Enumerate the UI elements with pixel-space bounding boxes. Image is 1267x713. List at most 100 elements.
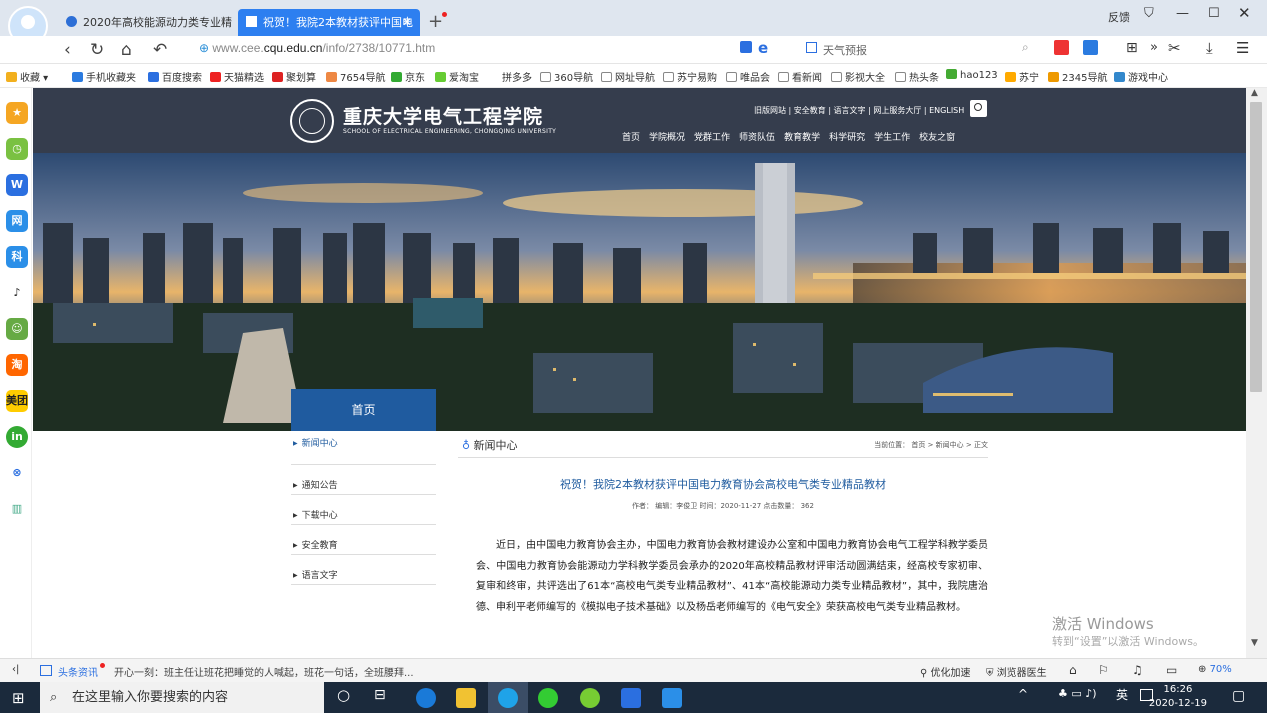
bookmark-item[interactable]: 7654导航 — [326, 69, 385, 84]
close-tab-icon[interactable]: ✕ — [402, 9, 412, 36]
news-ticker[interactable]: 开心一刻：班主任让班花把睡觉的人喊起，班花一句话，全班腰拜... — [114, 664, 414, 679]
browser-360-icon[interactable] — [498, 688, 518, 708]
link-icon[interactable]: ⊗ — [6, 462, 28, 484]
more-chevron-icon[interactable]: » — [1150, 40, 1158, 55]
nav-item[interactable]: 首页 — [622, 130, 640, 143]
undo-icon[interactable]: ↶ — [153, 40, 167, 60]
back-icon[interactable]: ‹ — [64, 40, 71, 60]
browser-tab-active[interactable]: 祝贺！我院2本教材获评中国电 ✕ — [238, 9, 420, 36]
bookmark-item[interactable]: 影视大全 — [831, 69, 885, 84]
top-links[interactable]: 旧版网站 | 安全教育 | 语言文字 | 网上服务大厅 | ENGLISH — [754, 105, 964, 116]
tray-chevron-icon[interactable]: ^ — [1018, 687, 1028, 701]
bookmark-item[interactable]: 聚划算 — [272, 69, 316, 84]
reader-icon[interactable] — [740, 41, 752, 53]
home-icon[interactable]: ⌂ — [121, 40, 132, 60]
download-icon[interactable]: ⤓ — [1206, 39, 1213, 57]
weather-link[interactable]: 天气预报 — [823, 42, 867, 58]
sound-icon[interactable]: ♫ — [1132, 663, 1143, 677]
tiktok-icon[interactable]: ♪ — [6, 282, 28, 304]
sidebar-item-news[interactable]: 新闻中心 — [291, 435, 436, 465]
wechat-icon[interactable] — [538, 688, 558, 708]
college-name[interactable]: 重庆大学电气工程学院 — [343, 102, 543, 129]
window-app-icon[interactable] — [662, 688, 682, 708]
sidebar-item-notices[interactable]: 通知公告 — [291, 465, 436, 495]
sidebar-item-language[interactable]: 语言文字 — [291, 555, 436, 585]
taskbar-search[interactable]: ⌕ 在这里输入你要搜索的内容 — [40, 682, 324, 713]
sidebar-item-downloads[interactable]: 下载中心 — [291, 495, 436, 525]
minimize-icon[interactable]: — — [1176, 6, 1189, 21]
apps-icon[interactable]: ⊞ — [1126, 40, 1138, 56]
collapse-icon[interactable]: ‹| — [12, 664, 19, 675]
new-tab-button[interactable]: + — [428, 11, 448, 32]
nav-item[interactable]: 党群工作 — [694, 130, 730, 143]
search-icon[interactable]: ⌕ — [1022, 40, 1029, 55]
history-icon[interactable]: ◷ — [6, 138, 28, 160]
bookmark-item[interactable]: 苏宁 — [1005, 69, 1039, 84]
bookmark-item[interactable]: 收藏 ▾ — [6, 69, 48, 84]
breadcrumb[interactable]: 当前位置： 首页 > 新闻中心 > 正文 — [874, 440, 988, 450]
browser-engine-icon[interactable]: e — [758, 39, 768, 57]
windows-start-icon[interactable]: ⊞ — [12, 689, 25, 707]
translate-icon[interactable] — [1083, 40, 1098, 55]
bookmark-item[interactable]: 看新闻 — [778, 69, 822, 84]
news-label[interactable]: 头条资讯 — [58, 664, 98, 679]
bookmark-item[interactable]: 天猫精选 — [210, 69, 264, 84]
close-window-icon[interactable]: ✕ — [1238, 4, 1251, 22]
feedback-link[interactable]: 反馈 — [1108, 9, 1130, 25]
scroll-thumb[interactable] — [1250, 102, 1262, 392]
sidebar-item-safety[interactable]: 安全教育 — [291, 525, 436, 555]
scroll-down-icon[interactable]: ▼ — [1251, 638, 1258, 648]
bookmark-item[interactable]: hao123 — [946, 69, 998, 81]
speedup-button[interactable]: ⚲ 优化加速 — [920, 664, 971, 679]
home-tab[interactable]: 首页 — [291, 389, 436, 431]
vertical-scrollbar[interactable]: ▲ ▼ — [1246, 88, 1267, 658]
books-icon[interactable]: ▥ — [6, 498, 28, 520]
bookmark-item[interactable]: 拼多多 — [502, 69, 532, 84]
edge-icon[interactable] — [416, 688, 436, 708]
in-icon[interactable]: in — [6, 426, 28, 448]
browser-tab[interactable]: 2020年高校能源动力类专业精 — [58, 9, 234, 36]
bookmark-item[interactable]: 网址导航 — [601, 69, 655, 84]
scissors-icon[interactable]: ✂ — [1168, 39, 1181, 57]
home-icon[interactable]: ⌂ — [1069, 663, 1077, 677]
nav-item[interactable]: 科学研究 — [829, 130, 865, 143]
tray-icons[interactable]: ♣ ▭ ♪) — [1058, 687, 1097, 700]
ime-indicator[interactable]: 英 — [1116, 686, 1128, 703]
system-clock[interactable]: 16:26 2020-12-19 — [1149, 683, 1207, 711]
url-field[interactable]: ⊕ www.cee.cqu.edu.cn/info/2738/10771.htm — [199, 41, 435, 55]
bookmark-item[interactable]: 360导航 — [540, 69, 593, 84]
bookmark-item[interactable]: 2345导航 — [1048, 69, 1107, 84]
wps-icon[interactable] — [621, 688, 641, 708]
screenshot-icon[interactable]: ▭ — [1166, 663, 1177, 677]
word-doc-icon[interactable]: W — [6, 174, 28, 196]
nav-item[interactable]: 师资队伍 — [739, 130, 775, 143]
task-view-icon[interactable]: ⊟ — [374, 687, 386, 703]
cortana-icon[interactable]: ○ — [337, 686, 350, 704]
nav-item[interactable]: 校友之窗 — [919, 130, 955, 143]
browser-doctor-button[interactable]: ⛨ 浏览器医生 — [986, 664, 1047, 679]
shopping-icon[interactable] — [1054, 40, 1069, 55]
bookmark-item[interactable]: 苏宁易购 — [663, 69, 717, 84]
scroll-up-icon[interactable]: ▲ — [1251, 88, 1258, 98]
flag-icon[interactable]: ⚐ — [1098, 663, 1109, 677]
university-seal-icon[interactable] — [290, 99, 334, 143]
bookmark-item[interactable]: 游戏中心 — [1114, 69, 1168, 84]
refresh-icon[interactable]: ↻ — [90, 40, 104, 60]
science-icon[interactable]: 科 — [6, 246, 28, 268]
nav-item[interactable]: 学生工作 — [874, 130, 910, 143]
skin-icon[interactable]: ⛉ — [1144, 6, 1154, 21]
bookmark-item[interactable]: 唯品会 — [726, 69, 770, 84]
bookmark-item[interactable]: 爱淘宝 — [435, 69, 479, 84]
taobao-icon[interactable]: 淘 — [6, 354, 28, 376]
menu-icon[interactable]: ☰ — [1236, 39, 1249, 57]
notification-icon[interactable]: ▢ — [1232, 688, 1245, 704]
browser-green-icon[interactable] — [580, 688, 600, 708]
bookmark-item[interactable]: 热头条 — [895, 69, 939, 84]
zoom-control[interactable]: ⊕ 70% — [1198, 664, 1232, 675]
bookmark-item[interactable]: 手机收藏夹 — [72, 69, 136, 84]
maximize-icon[interactable]: ☐ — [1208, 6, 1220, 21]
web-icon[interactable]: 网 — [6, 210, 28, 232]
bookmark-item[interactable]: 京东 — [391, 69, 425, 84]
site-search-icon[interactable] — [970, 100, 987, 117]
game-icon[interactable]: ☺ — [6, 318, 28, 340]
